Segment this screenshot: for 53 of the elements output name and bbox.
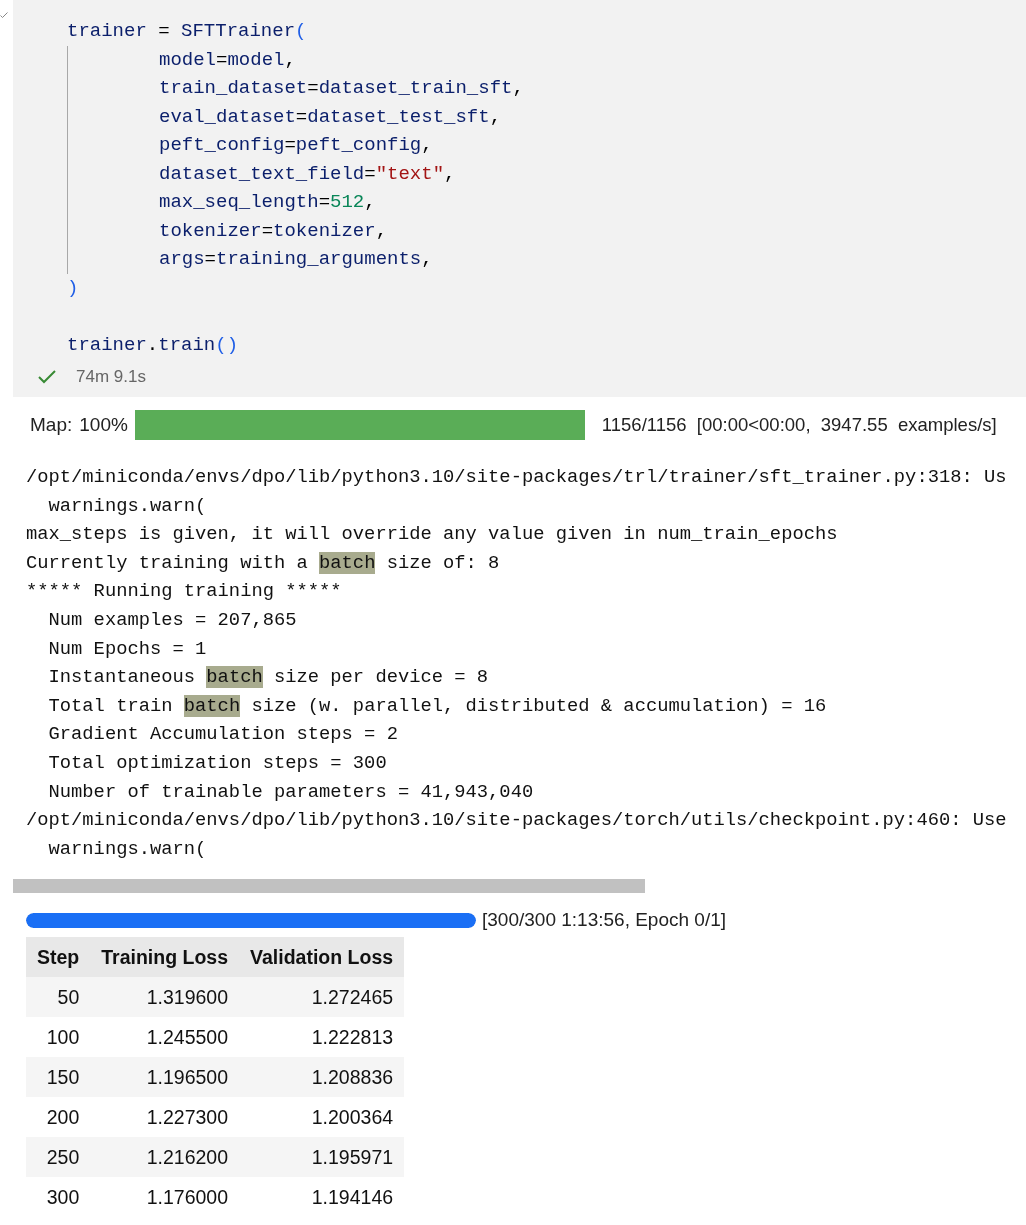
progress-info: [300/300 1:13:56, Epoch 0/1] xyxy=(482,909,727,932)
table-cell: 1.245500 xyxy=(90,1017,240,1058)
column-header: Step xyxy=(26,937,91,978)
output-line: Num examples = 207,865 xyxy=(47,607,298,633)
code-line: trainer.train() xyxy=(67,333,239,356)
code-line: model=model, xyxy=(159,48,296,71)
output-line: /opt/miniconda/envs/dpo/lib/python3.10/site-packages/trl/trainer/sft_trainer.py:318: Us xyxy=(26,465,1008,490)
progress-label: Map: xyxy=(30,414,73,436)
check-icon xyxy=(0,12,8,18)
output-line: Currently training with a batch size of: 8 xyxy=(26,550,501,576)
code-line: max_seq_length=512, xyxy=(159,191,376,213)
table-cell: 1.200364 xyxy=(239,1097,405,1138)
code-line: tokenizer=tokenizer, xyxy=(159,219,388,242)
table-cell: 1.208836 xyxy=(239,1057,405,1098)
table-cell: 1.272465 xyxy=(239,977,405,1018)
output-line: Gradient Accumulation steps = 2 xyxy=(47,722,399,748)
code-line: dataset_text_field="text", xyxy=(159,162,456,185)
code-line: peft_config=peft_config, xyxy=(159,134,433,156)
table-cell: 250 xyxy=(26,1137,91,1178)
table-cell: 300 xyxy=(26,1177,91,1218)
table-cell: 200 xyxy=(26,1097,91,1138)
output-line: /opt/miniconda/envs/dpo/lib/python3.10/site-packages/torch/utils/checkpoint.py:460: Use xyxy=(26,808,1008,834)
progress-percent: 100% xyxy=(79,414,128,436)
table-cell: 1.194146 xyxy=(239,1177,405,1218)
output-line: warnings.warn( xyxy=(47,836,208,862)
column-header: Validation Loss xyxy=(239,937,405,978)
output-line: Total train batch size (w. parallel, distributed & accumulation) = 16 xyxy=(47,693,828,719)
output-line: warnings.warn( xyxy=(47,493,208,519)
code-line: ) xyxy=(67,276,79,299)
table-cell: 1.216200 xyxy=(90,1137,240,1178)
table-cell: 1.319600 xyxy=(90,977,240,1018)
code-line: train_dataset=dataset_train_sft, xyxy=(159,77,524,99)
output-line: Instantaneous batch size per device = 8 xyxy=(47,665,490,691)
table-cell: 1.176000 xyxy=(90,1177,240,1218)
progress-info: 1156/1156 [00:00<00:00, 3947.55 examples/s] xyxy=(601,414,997,436)
output-line: Number of trainable parameters = 41,943,040 xyxy=(47,779,535,805)
code-line: trainer = SFTTrainer( xyxy=(67,20,307,42)
output-line: ***** Running training ***** xyxy=(26,579,343,605)
execution-time: 74m 9.1s xyxy=(76,367,146,387)
horizontal-scrollbar[interactable] xyxy=(13,879,645,894)
output-line: max_steps is given, it will override any value given in num_train_epochs xyxy=(26,522,839,548)
table-cell: 1.222813 xyxy=(239,1017,405,1058)
code-line: eval_dataset=dataset_test_sft, xyxy=(159,105,502,128)
table-cell: 150 xyxy=(26,1057,91,1098)
table-cell: 1.195971 xyxy=(239,1137,405,1178)
table-cell: 50 xyxy=(26,977,91,1018)
output-line: Num Epochs = 1 xyxy=(47,636,208,662)
output-line: Total optimization steps = 300 xyxy=(47,750,388,776)
table-cell: 1.196500 xyxy=(90,1057,240,1098)
table-cell: 100 xyxy=(26,1017,91,1058)
table-cell: 1.227300 xyxy=(90,1097,240,1138)
code-line: args=training_arguments, xyxy=(159,248,433,270)
column-header: Training Loss xyxy=(90,937,240,978)
